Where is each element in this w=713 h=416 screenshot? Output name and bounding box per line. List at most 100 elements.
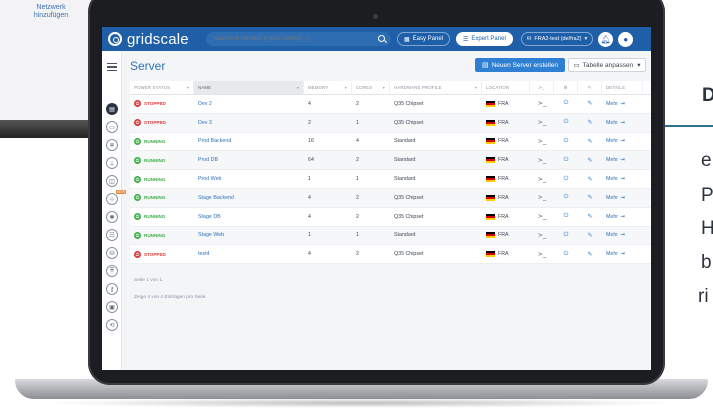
cores-cell: 4 xyxy=(356,138,359,145)
server-name-link[interactable]: Dev 3 xyxy=(194,114,304,132)
server-name-link[interactable]: Stage Web xyxy=(194,227,304,245)
table-row[interactable]: ⏻ RUNNING Prod Backend 16 4 Standard FRA ≻_ ⏻ ✎ Me… xyxy=(130,132,651,152)
network-add-label[interactable]: Netzwerk hinzufügen xyxy=(21,4,81,20)
server-name-link[interactable]: Stage Backend xyxy=(194,189,304,207)
sidebar-item-templates[interactable]: ☷ xyxy=(106,229,118,241)
console-icon[interactable]: ≻_ xyxy=(538,138,546,145)
page-info: Seite 1 von 1. xyxy=(134,278,164,283)
pencil-icon[interactable]: ✎ xyxy=(587,176,592,183)
pencil-icon[interactable]: ✎ xyxy=(587,138,592,145)
pencil-icon[interactable]: ✎ xyxy=(587,232,592,239)
sidebar-item-marketplace[interactable]: ▣ xyxy=(106,301,118,313)
console-icon[interactable]: ≻_ xyxy=(538,176,546,183)
sidebar-item-security[interactable]: ⛨ xyxy=(106,265,118,277)
edit-cell: ✎ xyxy=(578,245,602,263)
col-power-status[interactable]: POWER STATUS ▾ xyxy=(130,81,194,94)
details-link[interactable]: Mehr xyxy=(606,251,618,257)
col-memory[interactable]: MEMORY ▾ xyxy=(304,81,352,94)
console-icon[interactable]: ≻_ xyxy=(538,232,546,239)
details-link[interactable]: Mehr xyxy=(606,157,618,163)
sidebar-item-storage[interactable]: ▭ xyxy=(106,121,118,133)
server-name-link[interactable]: Prod Web xyxy=(194,170,304,188)
console-icon[interactable]: ≻_ xyxy=(538,194,546,201)
console-icon[interactable]: ≻_ xyxy=(538,100,546,107)
server-name-link[interactable]: Stage DB xyxy=(194,208,304,226)
notifications-button[interactable]: 🔔︎ xyxy=(598,31,614,47)
search-icon[interactable] xyxy=(378,35,385,42)
pencil-icon[interactable]: ✎ xyxy=(587,157,592,164)
table-row[interactable]: ⏻ STOPPED Dev 2 4 2 Q35 Chipset FRA ≻_ ⏻ ✎ Mehr ⇥ xyxy=(130,95,651,114)
details-link[interactable]: Mehr xyxy=(606,195,618,201)
search-input[interactable] xyxy=(206,36,366,42)
console-icon[interactable]: ≻_ xyxy=(538,157,546,164)
germany-flag-icon xyxy=(486,157,495,164)
table-row[interactable]: ⏻ STOPPED Dev 3 2 1 Q35 Chipset FRA ≻_ ⏻ ✎ Mehr ⇥ xyxy=(130,113,651,133)
sidebar-item-servers[interactable]: ▤ xyxy=(106,103,118,115)
chevron-down-icon: ▾ xyxy=(637,62,641,69)
expert-panel-button[interactable]: ☰ Expert Panel xyxy=(456,32,513,46)
power-cell: ⏻ xyxy=(554,208,578,226)
server-name-link[interactable]: Dev 2 xyxy=(194,95,304,113)
table-row[interactable]: ⏻ RUNNING Stage DB 4 2 Q35 Chipset FRA ≻_ ⏻ ✎ Mehr… xyxy=(130,207,651,227)
details-link[interactable]: Mehr xyxy=(606,138,618,144)
logo[interactable]: gridscale xyxy=(108,31,198,48)
details-link[interactable]: Mehr xyxy=(606,176,618,182)
open-arrow-icon: ⇥ xyxy=(620,232,625,239)
open-arrow-icon: ⇥ xyxy=(620,176,625,183)
power-toggle-icon[interactable]: ⏻ xyxy=(564,100,569,107)
power-status-cell: ⏻ STOPPED xyxy=(130,245,194,263)
context-selector[interactable]: ⛁ FRA2-test (de/fra2) ▾ xyxy=(520,32,594,46)
hardware-profile-cell: Standard xyxy=(394,232,416,239)
sidebar-item-firewall[interactable]: ◫ xyxy=(106,175,118,187)
pencil-icon[interactable]: ✎ xyxy=(587,213,592,220)
power-toggle-icon[interactable]: ⏻ xyxy=(564,251,569,258)
sidebar-item-keys[interactable]: ⚷ xyxy=(106,283,118,295)
customize-table-button[interactable]: ▭ Tabelle anpassen ▾ xyxy=(568,58,646,72)
pencil-icon[interactable]: ✎ xyxy=(587,100,592,107)
user-menu-button[interactable]: ● xyxy=(618,31,634,47)
sidebar-item-loadbalancer[interactable]: ⊥ xyxy=(106,157,118,169)
menu-icon[interactable] xyxy=(107,63,117,71)
new-server-button[interactable]: ▤ Neuen Server erstellen xyxy=(475,58,565,72)
sidebar-item-network[interactable]: ✲ xyxy=(106,139,118,151)
sidebar-item-database[interactable]: ⛁ xyxy=(106,247,118,259)
power-icon: ⏻ xyxy=(134,156,141,164)
details-link[interactable]: Mehr xyxy=(606,101,618,107)
col-cores[interactable]: CORES ▾ xyxy=(352,81,390,94)
cores-cell: 1 xyxy=(356,232,359,239)
details-link[interactable]: Mehr xyxy=(606,232,618,238)
table-row[interactable]: ⏻ RUNNING Prod Web 1 1 Standard FRA ≻_ ⏻ ✎ Mehr ⇥ xyxy=(130,170,651,189)
power-toggle-icon[interactable]: ⏻ xyxy=(564,157,569,164)
table-row[interactable]: ⏻ RUNNING Prod DB 64 2 Standard FRA ≻_ ⏻ ✎ Mehr ⇥ xyxy=(130,151,651,171)
table-row[interactable]: ⏻ RUNNING Stage Backend 4 2 Q35 Chipset FRA ≻_ ⏻… xyxy=(130,188,651,208)
table-row[interactable]: ⏻ RUNNING Stage Web 1 1 Standard FRA ≻_ ⏻ ✎ Mehr ⇥ xyxy=(130,226,651,246)
kubernetes-icon: ✺ xyxy=(109,214,115,221)
pencil-icon[interactable]: ✎ xyxy=(587,194,592,201)
edit-cell: ✎ xyxy=(578,114,602,132)
server-name-link[interactable]: Prod DB xyxy=(194,151,304,169)
table-row[interactable]: ⏻ STOPPED test4 4 2 Q35 Chipset FRA ≻_ ⏻ ✎ Mehr ⇥ xyxy=(130,245,651,265)
col-hardware-profile[interactable]: HARDWARE PROFILE ▾ xyxy=(390,81,482,94)
power-toggle-icon[interactable]: ⏻ xyxy=(564,176,569,183)
pencil-icon[interactable]: ✎ xyxy=(587,119,592,126)
console-icon[interactable]: ≻_ xyxy=(538,119,546,126)
details-link[interactable]: Mehr xyxy=(606,120,618,126)
sidebar-item-kubernetes[interactable]: ✺ xyxy=(106,211,118,223)
details-link[interactable]: Mehr xyxy=(606,214,618,220)
col-name[interactable]: NAME ▾ xyxy=(194,81,304,94)
power-toggle-icon[interactable]: ⏻ xyxy=(564,138,569,145)
power-toggle-icon[interactable]: ⏻ xyxy=(564,213,569,220)
pencil-icon[interactable]: ✎ xyxy=(587,251,592,258)
easy-panel-button[interactable]: ▦ Easy Panel xyxy=(397,32,451,46)
server-name-link[interactable]: Prod Backend xyxy=(194,133,304,151)
power-toggle-icon[interactable]: ⏻ xyxy=(564,194,569,201)
backup-icon: ⟲ xyxy=(109,322,115,329)
power-toggle-icon[interactable]: ⏻ xyxy=(564,119,569,126)
power-toggle-icon[interactable]: ⏻ xyxy=(564,232,569,239)
console-icon[interactable]: ≻_ xyxy=(538,251,546,258)
sidebar-item-ip[interactable]: ⊹ xyxy=(106,193,118,205)
console-icon[interactable]: ≻_ xyxy=(538,213,546,220)
sidebar-item-backup[interactable]: ⟲ xyxy=(106,319,118,331)
col-location[interactable]: LOCATION xyxy=(482,81,530,94)
server-name-link[interactable]: test4 xyxy=(194,245,304,263)
